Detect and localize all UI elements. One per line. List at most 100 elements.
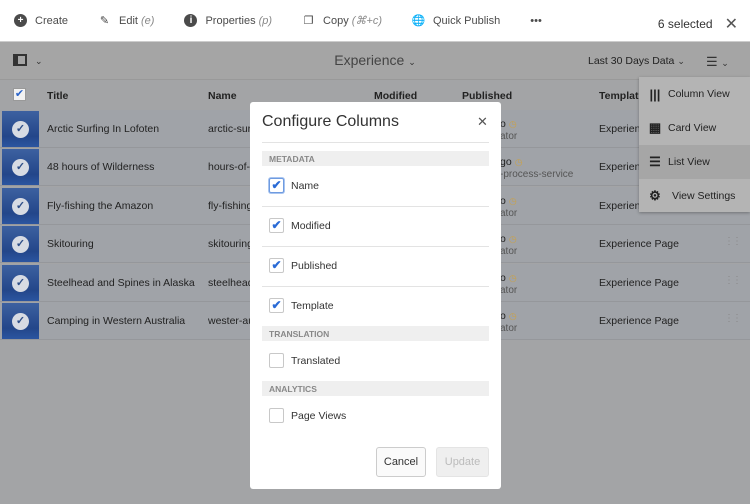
option-label: Name: [291, 179, 320, 192]
quick-publish-button[interactable]: 🌐 Quick Publish: [412, 14, 501, 28]
section-metadata: METADATA: [262, 151, 489, 166]
option-name[interactable]: ✔ Name: [269, 178, 319, 193]
checkbox-translated[interactable]: [269, 353, 284, 368]
checkmark-icon: ✓: [12, 121, 29, 138]
checkbox-page-views[interactable]: [269, 408, 284, 423]
thumbnail[interactable]: ✓: [2, 303, 39, 339]
more-actions-button[interactable]: •••: [530, 15, 542, 27]
option-label: Published: [291, 259, 338, 272]
checkmark-icon: ✓: [12, 159, 29, 176]
clock-icon: ◷: [508, 273, 517, 283]
row-template: Experience Page: [599, 277, 679, 289]
menu-label: List View: [668, 156, 710, 168]
column-header-title[interactable]: Title: [47, 90, 68, 102]
menu-item-column-view[interactable]: ||| Column View: [639, 77, 750, 111]
drag-handle-icon[interactable]: ⋮⋮: [724, 236, 742, 247]
chevron-down-icon: ⌄: [721, 58, 729, 68]
properties-button[interactable]: i Properties (p): [184, 14, 272, 27]
row-title: Arctic Surfing In Lofoten: [47, 123, 160, 135]
section-translation: TRANSLATION: [262, 326, 489, 341]
date-range-select[interactable]: Last 30 Days Data ⌄: [588, 55, 685, 67]
view-bar: ⌄ Experience ⌄ Last 30 Days Data ⌄ ☰ ⌄: [0, 42, 750, 80]
checkbox-name[interactable]: ✔: [269, 178, 284, 193]
row-name: arctic-surf: [208, 123, 250, 135]
published-by: -process-service: [500, 169, 574, 180]
date-range-label: Last 30 Days Data: [588, 55, 675, 67]
properties-shortcut: (p): [258, 14, 273, 27]
row-title: Camping in Western Australia: [47, 315, 186, 327]
card-view-icon: ▦: [648, 120, 662, 135]
row-published: o ◷: [500, 118, 517, 130]
info-icon: i: [184, 14, 198, 27]
column-header-name[interactable]: Name: [208, 90, 237, 102]
checkbox-published[interactable]: ✔: [269, 258, 284, 273]
row-name: skitouring: [208, 238, 250, 250]
thumbnail[interactable]: ✓: [2, 111, 39, 147]
chevron-down-icon: ⌄: [677, 56, 685, 66]
dialog-title: Configure Columns: [262, 113, 399, 130]
edit-button[interactable]: ✎ Edit (e): [98, 14, 155, 28]
quick-publish-label: Quick Publish: [432, 14, 501, 27]
thumbnail[interactable]: ✓: [2, 265, 39, 301]
option-label: Translated: [291, 354, 341, 367]
row-published: o ◷: [500, 310, 517, 322]
edit-shortcut: (e): [141, 14, 155, 27]
more-icon: •••: [530, 14, 542, 27]
checkbox-template[interactable]: ✔: [269, 298, 284, 313]
row-title: Skitouring: [47, 238, 94, 250]
published-by: ator: [500, 208, 518, 219]
edit-label: Edit: [119, 14, 138, 27]
checkbox-modified[interactable]: ✔: [269, 218, 284, 233]
column-header-published[interactable]: Published: [462, 90, 512, 102]
option-translated[interactable]: Translated: [269, 353, 340, 368]
menu-item-card-view[interactable]: ▦ Card View: [639, 111, 750, 145]
checkmark-icon: ✓: [12, 198, 29, 215]
option-template[interactable]: ✔ Template: [269, 298, 334, 313]
update-button[interactable]: Update: [436, 447, 489, 477]
section-analytics: ANALYTICS: [262, 381, 489, 396]
menu-label: Card View: [668, 122, 717, 134]
list-view-icon: ☰: [706, 54, 718, 69]
column-header-modified[interactable]: Modified: [374, 90, 417, 102]
copy-icon: ❐: [303, 15, 314, 27]
copy-button[interactable]: ❐ Copy (⌘+c): [302, 14, 382, 28]
checkmark-icon: ✓: [12, 275, 29, 292]
column-header-template[interactable]: Template: [599, 90, 644, 102]
thumbnail[interactable]: ✓: [2, 188, 39, 224]
menu-item-list-view[interactable]: ☰ List View: [639, 145, 750, 179]
clock-icon: ◷: [508, 234, 517, 244]
create-button[interactable]: + Create: [14, 14, 68, 27]
row-name: wester-au: [208, 315, 250, 327]
menu-label: Column View: [668, 88, 730, 100]
view-switcher-button[interactable]: ☰ ⌄: [706, 54, 729, 70]
option-published[interactable]: ✔ Published: [269, 258, 337, 273]
thumbnail[interactable]: ✓: [2, 149, 39, 185]
configure-columns-dialog: Configure Columns ✕ METADATA ✔ Name ✔ Modi…: [250, 102, 501, 489]
menu-label: View Settings: [672, 190, 736, 202]
row-published: o ◷: [500, 272, 517, 284]
option-modified[interactable]: ✔ Modified: [269, 218, 331, 233]
select-all-checkbox[interactable]: ✔: [13, 88, 26, 101]
collection-title-text: Experience: [334, 52, 405, 68]
option-label: Modified: [291, 219, 331, 232]
divider: [262, 246, 489, 247]
checkmark-icon: ✓: [12, 236, 29, 253]
published-date: go: [500, 156, 512, 168]
thumbnail[interactable]: ✓: [2, 226, 39, 262]
clear-selection-close-icon[interactable]: ✕: [725, 14, 738, 34]
row-name: hours-of-w: [208, 161, 250, 173]
copy-label: Copy: [323, 14, 349, 27]
published-by: ator: [500, 285, 518, 296]
cancel-button[interactable]: Cancel: [376, 447, 426, 477]
close-icon[interactable]: ✕: [477, 114, 488, 130]
properties-label: Properties: [205, 14, 256, 27]
option-page-views[interactable]: Page Views: [269, 408, 346, 423]
row-template: Experience Page: [599, 238, 679, 250]
list-view-icon: ☰: [649, 154, 661, 169]
selection-status: 6 selected ✕: [658, 14, 738, 34]
menu-item-view-settings[interactable]: ⚙ View Settings: [639, 179, 750, 213]
drag-handle-icon[interactable]: ⋮⋮: [724, 313, 742, 324]
drag-handle-icon[interactable]: ⋮⋮: [724, 275, 742, 286]
divider: [262, 142, 489, 143]
pencil-icon: ✎: [99, 15, 110, 27]
